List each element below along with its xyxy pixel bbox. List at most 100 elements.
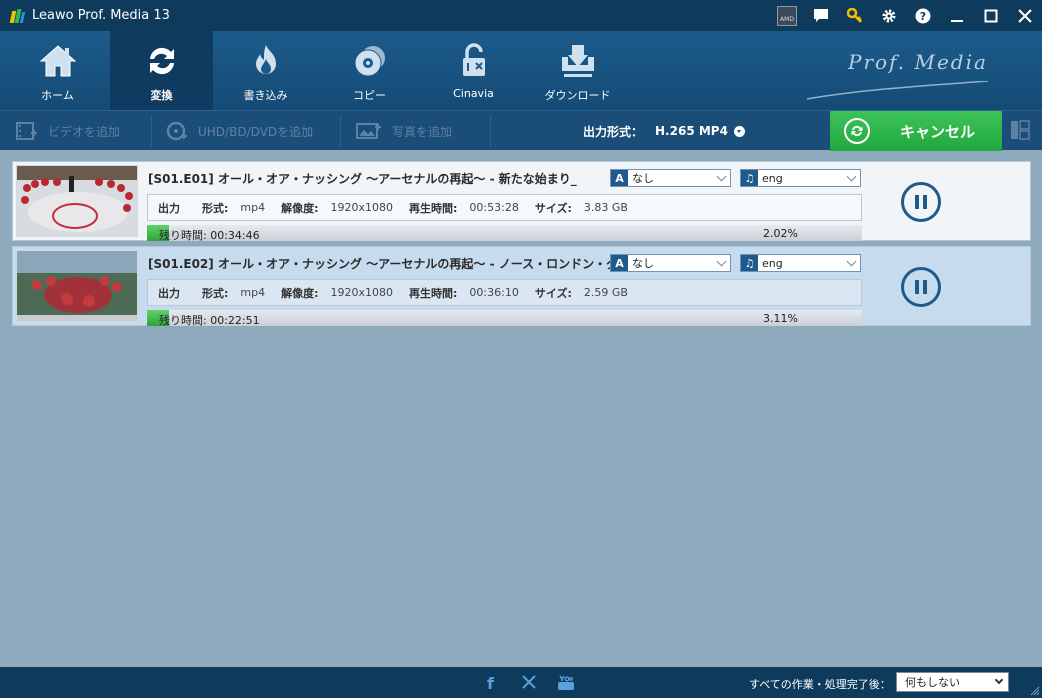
output-label: 出力: [158, 286, 180, 300]
cancel-button[interactable]: キャンセル: [830, 111, 1002, 151]
progress-bar: 残り時間: 00:34:46 2.02%: [147, 225, 862, 242]
output-info: 出力 形式: mp4 解像度: 1920x1080 再生時間: 00:36:10…: [147, 279, 862, 306]
progress-bar: 残り時間: 00:22:51 3.11%: [147, 310, 862, 327]
chevron-down-icon: [846, 256, 857, 267]
tab-copy-label: コピー: [353, 89, 386, 102]
key-icon[interactable]: [838, 0, 872, 31]
feedback-icon[interactable]: [804, 0, 838, 31]
output-label: 出力: [158, 201, 180, 215]
output-info: 出力 形式: mp4 解像度: 1920x1080 再生時間: 00:53:28…: [147, 194, 862, 221]
subtitle-icon: A: [611, 170, 628, 186]
audio-value: eng: [762, 171, 783, 185]
subtitle-value: なし: [632, 172, 654, 185]
audio-select[interactable]: ♫ eng: [740, 169, 861, 187]
tab-burn[interactable]: 書き込み: [214, 31, 317, 110]
subtitle-select[interactable]: A なし: [610, 254, 731, 272]
settings-icon[interactable]: [872, 0, 906, 31]
tab-convert[interactable]: 変換: [110, 31, 213, 110]
resolution-label: 解像度:: [281, 286, 319, 300]
home-icon: [39, 45, 76, 77]
resolution-value: 1920x1080: [330, 286, 394, 299]
add-photo-label: 写真を追加: [392, 124, 453, 139]
size-label: サイズ:: [534, 286, 572, 300]
task-title: [S01.E02] オール・オア・ナッシング ～アーセナルの再起～ - ノース・…: [148, 257, 661, 271]
photo-add-icon: [356, 121, 382, 141]
task-title: [S01.E01] オール・オア・ナッシング ～アーセナルの再起～ - 新たな始…: [148, 172, 577, 186]
youtube-icon[interactable]: [557, 675, 575, 695]
video-thumbnail: [16, 165, 138, 237]
music-note-icon: ♫: [741, 255, 758, 271]
tab-cinavia-label: Cinavia: [453, 87, 494, 100]
x-icon[interactable]: [521, 674, 537, 694]
duration-label: 再生時間:: [409, 286, 458, 300]
pause-icon: [915, 280, 919, 294]
close-icon[interactable]: [1008, 0, 1042, 31]
duration-value: 00:36:10: [469, 286, 519, 299]
output-format-selector[interactable]: 出力形式： H.265 MP4: [583, 111, 745, 151]
resolution-label: 解像度:: [281, 201, 319, 215]
tab-cinavia[interactable]: Cinavia: [422, 31, 525, 110]
add-disc-label: UHD/BD/DVDを追加: [198, 124, 314, 139]
after-completion-label: すべての作業・処理完了後：: [749, 678, 891, 691]
convert-icon: [149, 47, 174, 75]
format-value: mp4: [240, 286, 266, 299]
help-icon[interactable]: ?: [906, 0, 940, 31]
pause-button[interactable]: [901, 267, 941, 307]
title-bar: Leawo Prof. Media 13 AMD ?: [0, 0, 1042, 31]
add-disc-button[interactable]: UHD/BD/DVDを追加: [166, 111, 313, 151]
amd-icon[interactable]: AMD: [770, 0, 804, 31]
progress-percent: 3.11%: [763, 312, 798, 325]
progress-percent: 2.02%: [763, 227, 798, 240]
tab-home[interactable]: ホーム: [6, 31, 109, 110]
add-video-label: ビデオを追加: [48, 124, 121, 139]
remaining-time: 残り時間: 00:22:51: [159, 314, 260, 327]
brand-swoosh: [806, 81, 989, 100]
pause-icon: [923, 195, 927, 209]
resolution-value: 1920x1080: [330, 201, 394, 214]
status-bar: f すべての作業・処理完了後： 何もしない: [0, 667, 1042, 698]
film-icon: [16, 121, 38, 141]
duration-value: 00:53:28: [469, 201, 519, 214]
tab-burn-label: 書き込み: [243, 89, 288, 102]
pause-button[interactable]: [901, 182, 941, 222]
app-title: Leawo Prof. Media 13: [32, 8, 170, 23]
chevron-down-icon: [994, 675, 1004, 685]
output-format-label: 出力形式：: [583, 124, 644, 139]
video-thumbnail: [16, 250, 138, 322]
audio-select[interactable]: ♫ eng: [740, 254, 861, 272]
chevron-down-icon: [716, 256, 727, 267]
add-photo-button[interactable]: 写真を追加: [356, 111, 452, 151]
brand-logo: Prof. Media: [848, 50, 988, 74]
after-completion-select[interactable]: 何もしない: [896, 672, 1009, 692]
tab-download[interactable]: ダウンロード: [526, 31, 629, 110]
pause-icon: [923, 280, 927, 294]
subtitle-select[interactable]: A なし: [610, 169, 731, 187]
after-completion-value: 何もしない: [905, 676, 960, 689]
task-row[interactable]: [S01.E02] オール・オア・ナッシング ～アーセナルの再起～ - ノース・…: [12, 246, 1031, 327]
cancel-label: キャンセル: [900, 122, 976, 141]
maximize-icon[interactable]: [974, 0, 1008, 31]
audio-value: eng: [762, 256, 783, 270]
add-video-button[interactable]: ビデオを追加: [16, 111, 120, 151]
pause-icon: [915, 195, 919, 209]
app-logo-icon: [9, 8, 26, 23]
action-toolbar: ビデオを追加 UHD/BD/DVDを追加 写真を追加 出力形式： H.265 M…: [0, 110, 1042, 151]
resize-grip-icon[interactable]: [1030, 686, 1040, 696]
duration-label: 再生時間:: [409, 201, 458, 215]
chevron-down-icon: [716, 171, 727, 182]
output-format-value: H.265 MP4: [655, 124, 728, 138]
svg-text:?: ?: [920, 10, 926, 23]
toolbar-separator: [151, 115, 152, 147]
subtitle-icon: A: [611, 255, 628, 271]
chevron-down-icon: [846, 171, 857, 182]
size-label: サイズ:: [534, 201, 572, 215]
task-row[interactable]: [S01.E01] オール・オア・ナッシング ～アーセナルの再起～ - 新たな始…: [12, 161, 1031, 242]
tab-download-label: ダウンロード: [544, 89, 611, 102]
layout-toggle-icon[interactable]: [1010, 120, 1030, 144]
format-label: 形式:: [202, 201, 229, 215]
tab-copy[interactable]: コピー: [318, 31, 421, 110]
minimize-icon[interactable]: [940, 0, 974, 31]
facebook-icon[interactable]: f: [487, 674, 494, 693]
toolbar-separator: [490, 115, 491, 147]
burn-icon: [255, 45, 276, 74]
